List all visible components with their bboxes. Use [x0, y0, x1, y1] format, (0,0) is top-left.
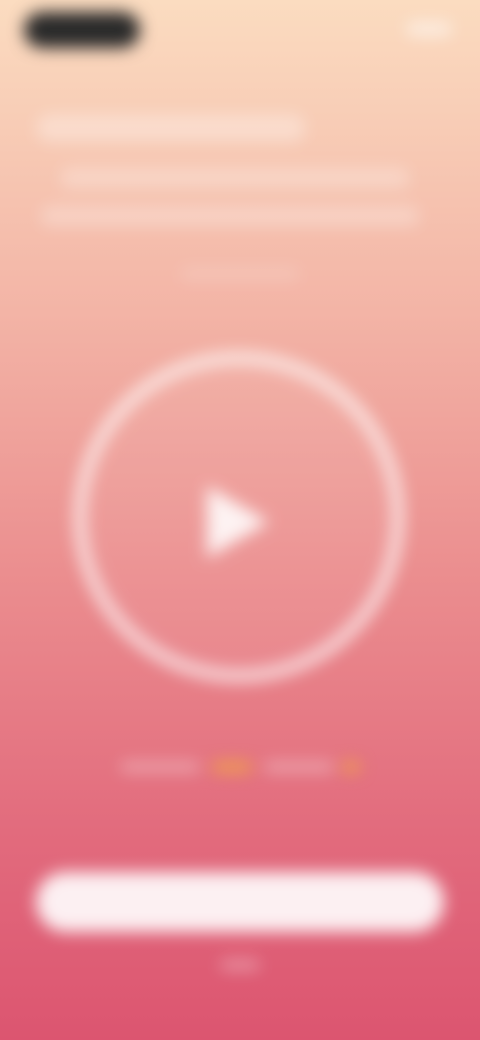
page-title [36, 114, 306, 142]
pager-dot[interactable] [264, 762, 334, 772]
primary-button[interactable] [36, 872, 444, 932]
status-indicators [406, 22, 452, 36]
screen [0, 0, 480, 1040]
subtitle-line-1 [60, 168, 410, 188]
subtitle-line-2 [40, 206, 420, 226]
pager-dot[interactable] [120, 762, 200, 772]
pager-dot-active[interactable] [212, 762, 252, 772]
hint-text [180, 268, 300, 280]
status-pill [24, 12, 140, 48]
pager-dot[interactable] [342, 762, 360, 772]
play-icon[interactable] [207, 486, 269, 558]
footer-text [220, 960, 260, 970]
pager [120, 760, 360, 776]
